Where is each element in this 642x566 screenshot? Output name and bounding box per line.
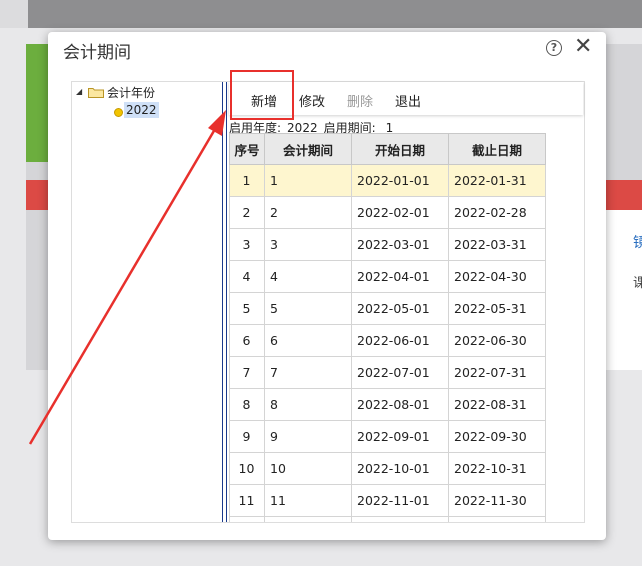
annotation-arrow [28,110,226,445]
